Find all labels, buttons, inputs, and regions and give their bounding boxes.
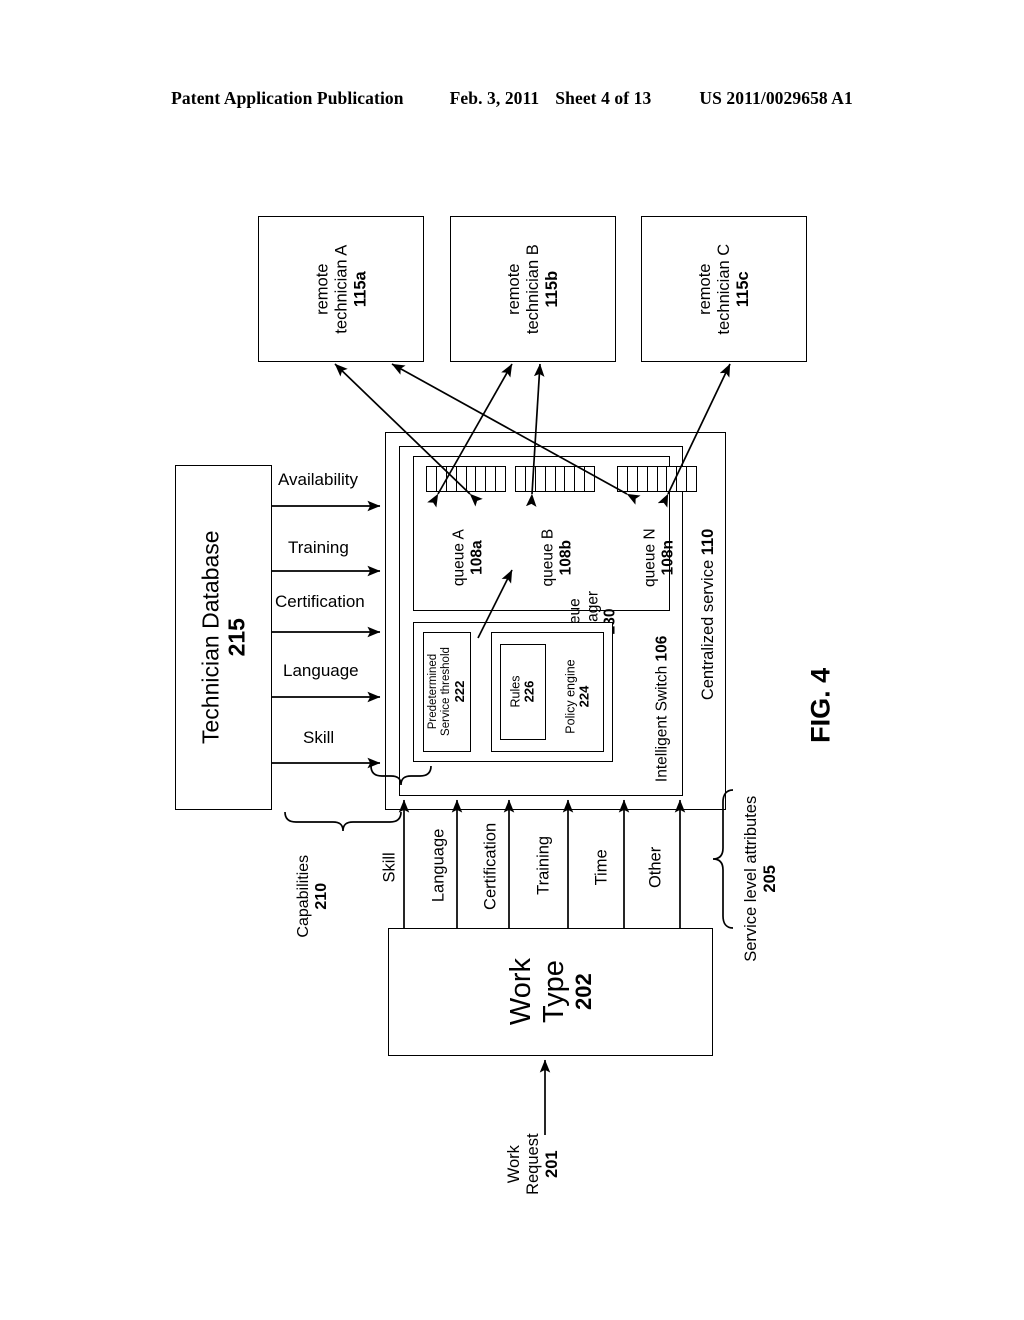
arrow-queue-a-to-technician-a xyxy=(335,364,483,507)
arrow-queue-n-to-technician-c xyxy=(657,364,730,508)
capabilities-brace xyxy=(285,812,401,831)
arrow-queue-n-to-technician-a xyxy=(392,364,641,505)
arrow-queue-b-to-technician-b xyxy=(525,363,545,507)
service-level-attributes-brace xyxy=(713,790,733,928)
figure-connectors xyxy=(0,0,1024,1320)
patent-figure-sheet: Patent Application Publication Feb. 3, 2… xyxy=(0,0,1024,1320)
intelligent-switch-brace xyxy=(371,766,431,785)
leader-intelligent-switch-to-queue-manager xyxy=(478,570,512,638)
